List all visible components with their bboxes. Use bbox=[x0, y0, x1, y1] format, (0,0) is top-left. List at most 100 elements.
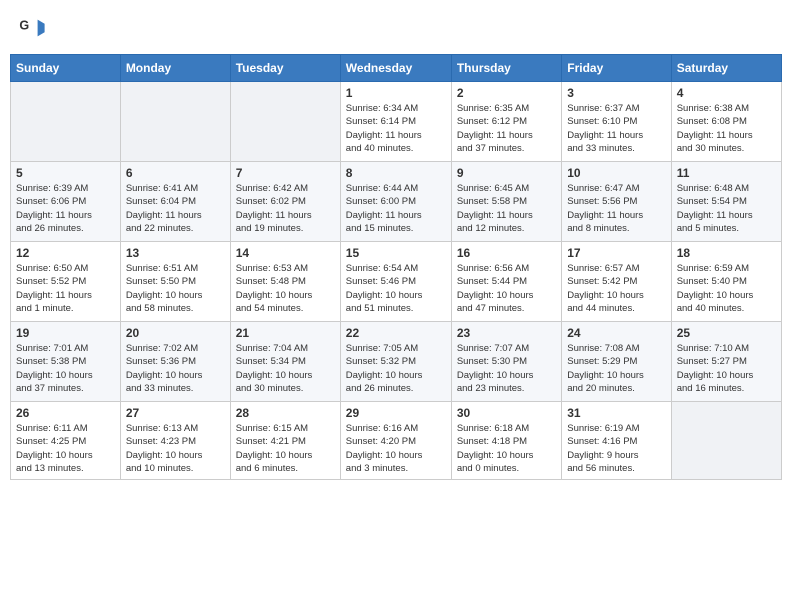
day-info: Sunrise: 7:08 AM Sunset: 5:29 PM Dayligh… bbox=[567, 342, 665, 395]
day-number: 23 bbox=[457, 326, 556, 340]
calendar-cell bbox=[671, 402, 781, 480]
day-number: 2 bbox=[457, 86, 556, 100]
day-info: Sunrise: 6:44 AM Sunset: 6:00 PM Dayligh… bbox=[346, 182, 446, 235]
day-number: 6 bbox=[126, 166, 225, 180]
day-info: Sunrise: 6:38 AM Sunset: 6:08 PM Dayligh… bbox=[677, 102, 776, 155]
calendar-week-row: 26 Sunrise: 6:11 AM Sunset: 4:25 PM Dayli… bbox=[11, 402, 782, 480]
day-number: 30 bbox=[457, 406, 556, 420]
calendar-cell: 4 Sunrise: 6:38 AM Sunset: 6:08 PM Daylig… bbox=[671, 82, 781, 162]
calendar-cell: 21 Sunrise: 7:04 AM Sunset: 5:34 PM Dayli… bbox=[230, 322, 340, 402]
day-number: 28 bbox=[236, 406, 335, 420]
calendar-cell: 28Sunrise: 6:15 AM Sunset: 4:21 PM Dayli… bbox=[230, 402, 340, 480]
day-info: Sunrise: 6:39 AM Sunset: 6:06 PM Dayligh… bbox=[16, 182, 115, 235]
day-number: 10 bbox=[567, 166, 665, 180]
calendar-cell: 12Sunrise: 6:50 AM Sunset: 5:52 PM Dayli… bbox=[11, 242, 121, 322]
calendar-cell: 3Sunrise: 6:37 AM Sunset: 6:10 PM Daylig… bbox=[562, 82, 671, 162]
calendar-cell: 29 Sunrise: 6:16 AM Sunset: 4:20 PM Dayli… bbox=[340, 402, 451, 480]
day-number: 9 bbox=[457, 166, 556, 180]
calendar-cell: 26 Sunrise: 6:11 AM Sunset: 4:25 PM Dayli… bbox=[11, 402, 121, 480]
weekday-header-row: SundayMondayTuesdayWednesdayThursdayFrid… bbox=[11, 55, 782, 82]
day-info: Sunrise: 7:04 AM Sunset: 5:34 PM Dayligh… bbox=[236, 342, 335, 395]
calendar-cell: 18Sunrise: 6:59 AM Sunset: 5:40 PM Dayli… bbox=[671, 242, 781, 322]
day-number: 25 bbox=[677, 326, 776, 340]
calendar-cell: 17 Sunrise: 6:57 AM Sunset: 5:42 PM Dayli… bbox=[562, 242, 671, 322]
calendar-cell: 8 Sunrise: 6:44 AM Sunset: 6:00 PM Daylig… bbox=[340, 162, 451, 242]
day-number: 11 bbox=[677, 166, 776, 180]
day-info: Sunrise: 6:57 AM Sunset: 5:42 PM Dayligh… bbox=[567, 262, 665, 315]
day-info: Sunrise: 7:01 AM Sunset: 5:38 PM Dayligh… bbox=[16, 342, 115, 395]
calendar-cell: 9 Sunrise: 6:45 AM Sunset: 5:58 PM Daylig… bbox=[451, 162, 561, 242]
weekday-header-thursday: Thursday bbox=[451, 55, 561, 82]
day-info: Sunrise: 6:53 AM Sunset: 5:48 PM Dayligh… bbox=[236, 262, 335, 315]
day-info: Sunrise: 6:13 AM Sunset: 4:23 PM Dayligh… bbox=[126, 422, 225, 475]
day-info: Sunrise: 6:42 AM Sunset: 6:02 PM Dayligh… bbox=[236, 182, 335, 235]
calendar-cell: 7 Sunrise: 6:42 AM Sunset: 6:02 PM Daylig… bbox=[230, 162, 340, 242]
weekday-header-friday: Friday bbox=[562, 55, 671, 82]
day-info: Sunrise: 6:54 AM Sunset: 5:46 PM Dayligh… bbox=[346, 262, 446, 315]
calendar-cell: 15Sunrise: 6:54 AM Sunset: 5:46 PM Dayli… bbox=[340, 242, 451, 322]
day-number: 4 bbox=[677, 86, 776, 100]
calendar-cell bbox=[120, 82, 230, 162]
day-number: 29 bbox=[346, 406, 446, 420]
calendar-cell bbox=[11, 82, 121, 162]
calendar-cell: 11 Sunrise: 6:48 AM Sunset: 5:54 PM Dayli… bbox=[671, 162, 781, 242]
day-number: 27 bbox=[126, 406, 225, 420]
weekday-header-wednesday: Wednesday bbox=[340, 55, 451, 82]
day-info: Sunrise: 7:07 AM Sunset: 5:30 PM Dayligh… bbox=[457, 342, 556, 395]
day-info: Sunrise: 6:35 AM Sunset: 6:12 PM Dayligh… bbox=[457, 102, 556, 155]
weekday-header-saturday: Saturday bbox=[671, 55, 781, 82]
calendar-cell: 23 Sunrise: 7:07 AM Sunset: 5:30 PM Dayli… bbox=[451, 322, 561, 402]
calendar-cell: 16 Sunrise: 6:56 AM Sunset: 5:44 PM Dayli… bbox=[451, 242, 561, 322]
day-info: Sunrise: 6:11 AM Sunset: 4:25 PM Dayligh… bbox=[16, 422, 115, 475]
day-number: 7 bbox=[236, 166, 335, 180]
calendar-cell: 10 Sunrise: 6:47 AM Sunset: 5:56 PM Dayli… bbox=[562, 162, 671, 242]
day-info: Sunrise: 6:56 AM Sunset: 5:44 PM Dayligh… bbox=[457, 262, 556, 315]
day-number: 12 bbox=[16, 246, 115, 260]
logo: G bbox=[18, 14, 48, 42]
calendar-cell: 14 Sunrise: 6:53 AM Sunset: 5:48 PM Dayli… bbox=[230, 242, 340, 322]
day-number: 14 bbox=[236, 246, 335, 260]
calendar-cell: 24 Sunrise: 7:08 AM Sunset: 5:29 PM Dayli… bbox=[562, 322, 671, 402]
calendar-week-row: 5 Sunrise: 6:39 AM Sunset: 6:06 PM Daylig… bbox=[11, 162, 782, 242]
day-number: 24 bbox=[567, 326, 665, 340]
day-number: 31 bbox=[567, 406, 665, 420]
weekday-header-monday: Monday bbox=[120, 55, 230, 82]
day-info: Sunrise: 7:05 AM Sunset: 5:32 PM Dayligh… bbox=[346, 342, 446, 395]
calendar-cell: 19 Sunrise: 7:01 AM Sunset: 5:38 PM Dayli… bbox=[11, 322, 121, 402]
day-info: Sunrise: 6:48 AM Sunset: 5:54 PM Dayligh… bbox=[677, 182, 776, 235]
calendar-cell: 27 Sunrise: 6:13 AM Sunset: 4:23 PM Dayli… bbox=[120, 402, 230, 480]
day-info: Sunrise: 6:47 AM Sunset: 5:56 PM Dayligh… bbox=[567, 182, 665, 235]
day-number: 13 bbox=[126, 246, 225, 260]
day-number: 5 bbox=[16, 166, 115, 180]
day-number: 17 bbox=[567, 246, 665, 260]
day-info: Sunrise: 7:10 AM Sunset: 5:27 PM Dayligh… bbox=[677, 342, 776, 395]
day-info: Sunrise: 6:37 AM Sunset: 6:10 PM Dayligh… bbox=[567, 102, 665, 155]
day-info: Sunrise: 6:16 AM Sunset: 4:20 PM Dayligh… bbox=[346, 422, 446, 475]
day-info: Sunrise: 7:02 AM Sunset: 5:36 PM Dayligh… bbox=[126, 342, 225, 395]
day-number: 8 bbox=[346, 166, 446, 180]
calendar-cell: 5 Sunrise: 6:39 AM Sunset: 6:06 PM Daylig… bbox=[11, 162, 121, 242]
day-info: Sunrise: 6:34 AM Sunset: 6:14 PM Dayligh… bbox=[346, 102, 446, 155]
day-number: 22 bbox=[346, 326, 446, 340]
calendar-cell bbox=[230, 82, 340, 162]
weekday-header-tuesday: Tuesday bbox=[230, 55, 340, 82]
svg-text:G: G bbox=[19, 18, 29, 32]
page-header: G bbox=[10, 10, 782, 46]
calendar-table: SundayMondayTuesdayWednesdayThursdayFrid… bbox=[10, 54, 782, 480]
calendar-week-row: 19 Sunrise: 7:01 AM Sunset: 5:38 PM Dayli… bbox=[11, 322, 782, 402]
calendar-cell: 25 Sunrise: 7:10 AM Sunset: 5:27 PM Dayli… bbox=[671, 322, 781, 402]
day-number: 21 bbox=[236, 326, 335, 340]
weekday-header-sunday: Sunday bbox=[11, 55, 121, 82]
day-info: Sunrise: 6:45 AM Sunset: 5:58 PM Dayligh… bbox=[457, 182, 556, 235]
day-number: 19 bbox=[16, 326, 115, 340]
day-number: 18 bbox=[677, 246, 776, 260]
day-info: Sunrise: 6:41 AM Sunset: 6:04 PM Dayligh… bbox=[126, 182, 225, 235]
day-number: 1 bbox=[346, 86, 446, 100]
day-info: Sunrise: 6:18 AM Sunset: 4:18 PM Dayligh… bbox=[457, 422, 556, 475]
day-number: 26 bbox=[16, 406, 115, 420]
calendar-cell: 6 Sunrise: 6:41 AM Sunset: 6:04 PM Daylig… bbox=[120, 162, 230, 242]
calendar-cell: 13Sunrise: 6:51 AM Sunset: 5:50 PM Dayli… bbox=[120, 242, 230, 322]
day-number: 20 bbox=[126, 326, 225, 340]
day-info: Sunrise: 6:19 AM Sunset: 4:16 PM Dayligh… bbox=[567, 422, 665, 475]
day-number: 16 bbox=[457, 246, 556, 260]
